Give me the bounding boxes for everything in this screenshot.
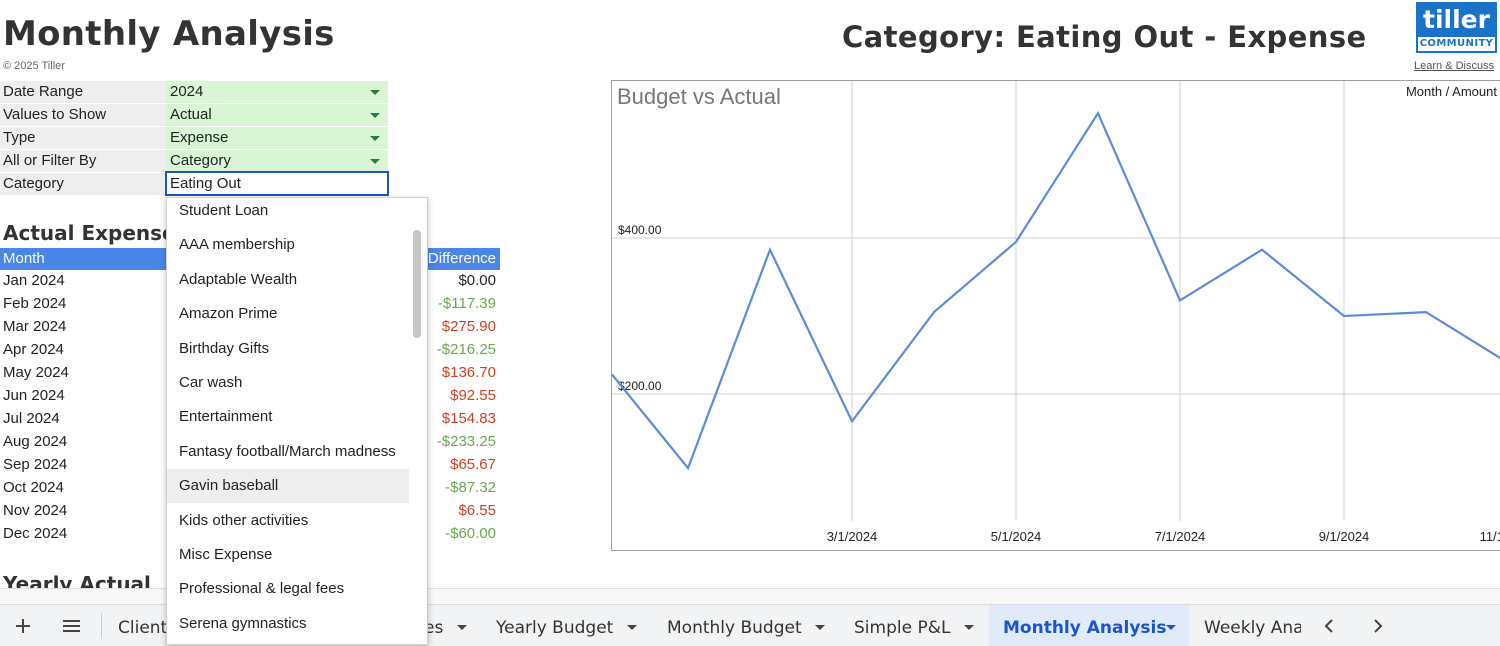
tab-divider: [101, 613, 102, 639]
tab-weekly-analysis[interactable]: Weekly Ana: [1204, 618, 1301, 638]
filter-by-label: All or Filter By: [0, 150, 166, 172]
difference-cell: -$216.25: [436, 341, 496, 358]
month-cell: Jun 2024: [3, 387, 65, 404]
difference-cell: $65.67: [450, 456, 496, 473]
type-label: Type: [0, 127, 166, 149]
month-cell: Oct 2024: [3, 479, 64, 496]
chart-heading: Category: Eating Out - Expense: [842, 20, 1367, 54]
dropdown-option[interactable]: Kids other activities: [167, 504, 409, 538]
difference-cell: $154.83: [441, 410, 496, 427]
tiller-logo[interactable]: tiller COMMUNITY: [1416, 2, 1497, 53]
difference-cell: $0.00: [458, 272, 496, 289]
month-cell: Nov 2024: [3, 502, 68, 519]
dropdown-option[interactable]: Amazon Prime: [167, 297, 409, 331]
dropdown-arrow-icon[interactable]: [370, 113, 380, 118]
chart-legend: Month / Amount: [1406, 84, 1497, 99]
dropdown-option[interactable]: Adaptable Wealth: [167, 263, 409, 297]
date-range-select[interactable]: 2024: [166, 81, 388, 103]
difference-cell: $275.90: [441, 318, 496, 335]
budget-vs-actual-chart[interactable]: Budget vs Actual Month / Amount $200.00 $40…: [611, 80, 1500, 551]
chevron-right-icon[interactable]: [1372, 618, 1384, 634]
month-cell: Jul 2024: [3, 410, 60, 427]
tab-caret-icon[interactable]: [964, 625, 974, 630]
dropdown-option[interactable]: Gavin baseball: [167, 469, 409, 504]
month-cell: Apr 2024: [3, 341, 64, 358]
tab-simple-pl[interactable]: Simple P&L: [854, 618, 950, 638]
x-tick-label: 9/1/2024: [1319, 529, 1370, 544]
dropdown-scrollbar[interactable]: [413, 230, 421, 338]
category-label: Category: [0, 173, 166, 195]
difference-cell: $136.70: [441, 364, 496, 381]
page-title: Monthly Analysis: [3, 14, 335, 54]
tab-caret-icon[interactable]: [1166, 625, 1176, 630]
tab-client[interactable]: Client: [118, 618, 167, 638]
difference-cell: $6.55: [458, 502, 496, 519]
month-cell: Aug 2024: [3, 433, 68, 450]
x-tick-label: 3/1/2024: [827, 529, 878, 544]
dropdown-arrow-icon[interactable]: [370, 159, 380, 164]
chart-svg: Budget vs Actual Month / Amount$200.00$40…: [611, 81, 1500, 544]
difference-cell: -$60.00: [445, 525, 496, 542]
values-to-show-label: Values to Show: [0, 104, 166, 126]
category-input[interactable]: Eating Out: [165, 171, 389, 196]
x-tick-label: 5/1/2024: [991, 529, 1042, 544]
dropdown-option[interactable]: Entertainment: [167, 400, 409, 434]
month-cell: Mar 2024: [3, 318, 67, 335]
chevron-left-icon[interactable]: [1323, 618, 1335, 634]
dropdown-option[interactable]: AAA membership: [167, 228, 409, 262]
plus-icon[interactable]: [15, 618, 31, 634]
type-value: Expense: [170, 129, 229, 146]
x-tick-label: 7/1/2024: [1155, 529, 1206, 544]
y-tick-label: $400.00: [618, 223, 662, 237]
dropdown-option[interactable]: Car wash: [167, 366, 409, 400]
values-to-show-value: Actual: [170, 106, 212, 123]
copyright-text: © 2025 Tiller: [3, 60, 65, 72]
month-cell: Sep 2024: [3, 456, 68, 473]
date-range-label: Date Range: [0, 81, 166, 103]
tab-yearly-budget[interactable]: Yearly Budget: [496, 618, 613, 638]
month-cell: Jan 2024: [3, 272, 65, 289]
difference-cell: -$87.32: [445, 479, 496, 496]
logo-wordmark: tiller: [1418, 4, 1495, 37]
date-range-value: 2024: [170, 83, 204, 100]
dropdown-option[interactable]: Professional & legal fees: [167, 572, 409, 606]
dropdown-option[interactable]: Fantasy football/March madness: [167, 435, 409, 469]
values-to-show-select[interactable]: Actual: [166, 104, 388, 126]
tab-caret-icon[interactable]: [815, 625, 825, 630]
dropdown-option[interactable]: Student Loan: [167, 198, 409, 228]
month-cell: May 2024: [3, 364, 69, 381]
month-cell: Dec 2024: [3, 525, 68, 542]
difference-cell: -$117.39: [437, 295, 496, 312]
tab-monthly-budget[interactable]: Monthly Budget: [667, 618, 802, 638]
tab-caret-icon[interactable]: [457, 625, 467, 630]
filter-by-value: Category: [170, 152, 231, 169]
filter-by-select[interactable]: Category: [166, 150, 388, 172]
dropdown-arrow-icon[interactable]: [370, 90, 380, 95]
dropdown-option[interactable]: Birthday Gifts: [167, 332, 409, 366]
tab-caret-icon[interactable]: [627, 625, 637, 630]
learn-discuss-link[interactable]: Learn & Discuss: [1414, 60, 1494, 72]
difference-cell: $92.55: [450, 387, 496, 404]
hamburger-icon[interactable]: [62, 619, 81, 633]
logo-community: COMMUNITY: [1419, 38, 1494, 49]
x-tick-label: 11/1/2024: [1480, 529, 1500, 544]
dropdown-option[interactable]: Serena gymnastics: [167, 607, 409, 641]
dropdown-arrow-icon[interactable]: [370, 136, 380, 141]
series-line: [611, 110, 1500, 471]
chart-title: Budget vs Actual: [617, 84, 781, 109]
type-select[interactable]: Expense: [166, 127, 388, 149]
category-dropdown-list[interactable]: Student Loan AAA membership Adaptable Weal…: [166, 197, 428, 645]
month-cell: Feb 2024: [3, 295, 67, 312]
month-column-header: Month: [0, 248, 166, 270]
difference-cell: -$233.25: [436, 433, 496, 450]
dropdown-option[interactable]: Misc Expense: [167, 538, 409, 572]
tab-monthly-analysis[interactable]: Monthly Analysis: [1003, 618, 1166, 638]
